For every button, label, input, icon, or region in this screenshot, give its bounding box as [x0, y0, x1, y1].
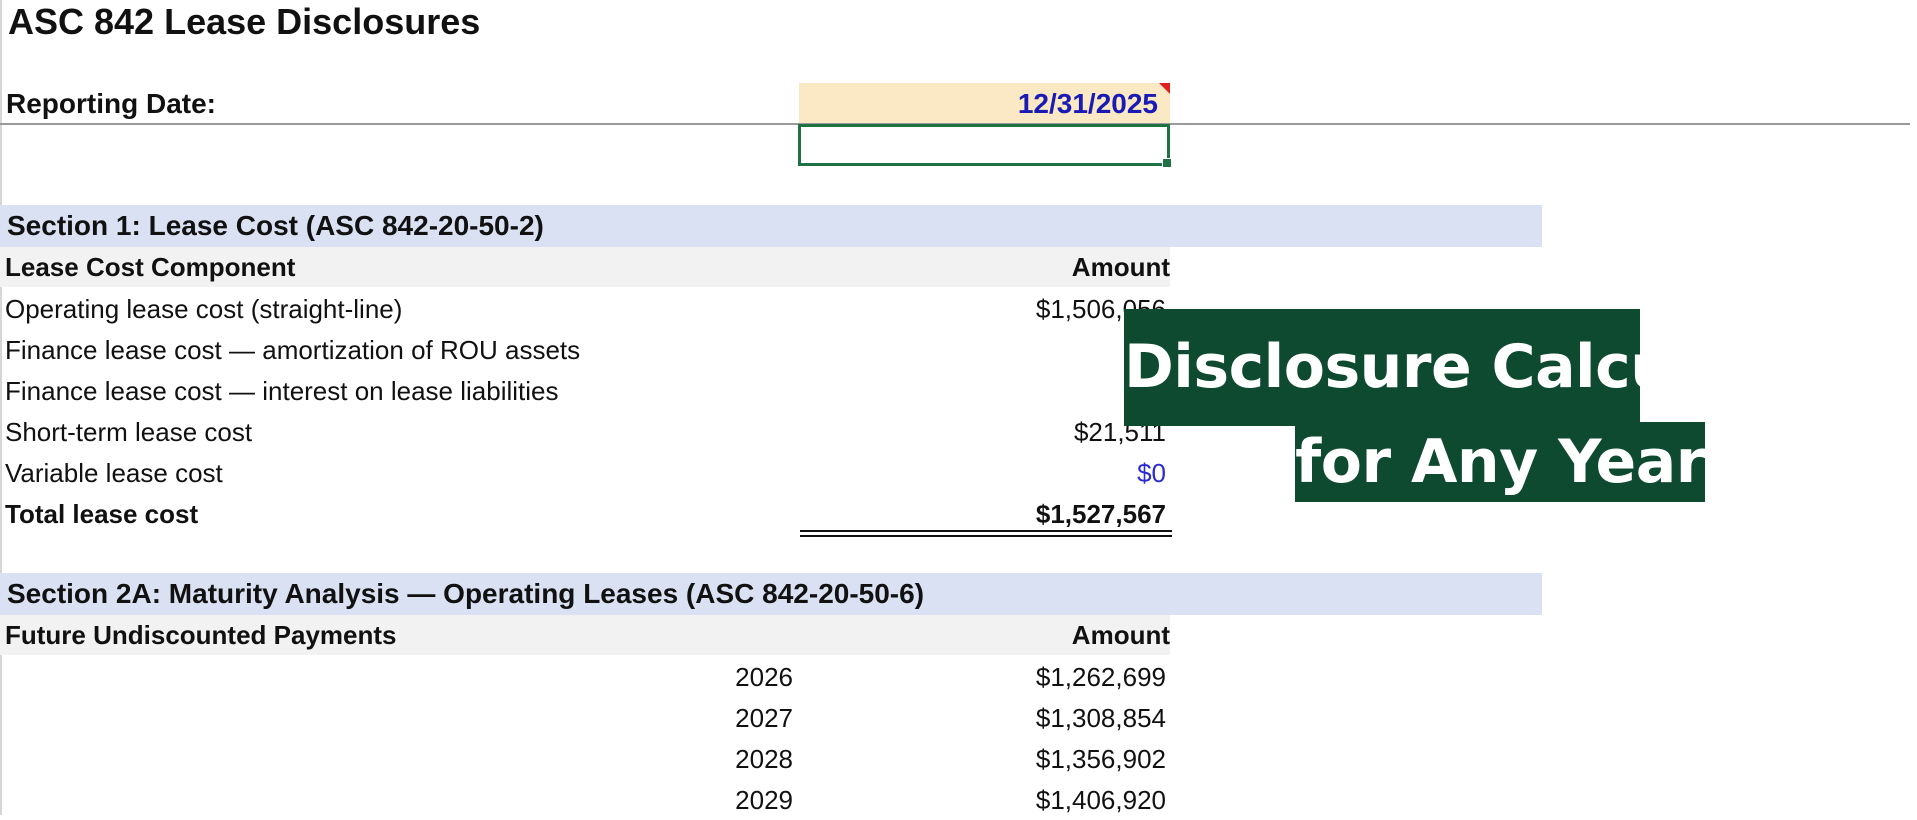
lease-cost-row-label[interactable]: Variable lease cost	[5, 453, 223, 493]
column-header-amount: Amount	[1071, 620, 1170, 650]
column-header-payments: Future Undiscounted Payments	[5, 620, 397, 650]
reporting-date-label: Reporting Date:	[6, 88, 216, 119]
total-lease-cost-value[interactable]: $1,527,567	[1036, 494, 1166, 534]
total-double-underline-top	[800, 530, 1172, 532]
lease-cost-row-value[interactable]: $0	[1137, 453, 1166, 493]
maturity-year[interactable]: 2029	[735, 780, 793, 820]
maturity-year[interactable]: 2028	[735, 739, 793, 779]
section1-title: Section 1: Lease Cost (ASC 842-20-50-2)	[7, 210, 544, 241]
section2a-title: Section 2A: Maturity Analysis — Operatin…	[7, 578, 925, 609]
maturity-amount[interactable]: $1,406,920	[1036, 780, 1166, 820]
maturity-year[interactable]: 2026	[735, 657, 793, 697]
column-header-component: Lease Cost Component	[5, 252, 296, 282]
maturity-year[interactable]: 2027	[735, 698, 793, 738]
total-double-underline-bottom	[800, 535, 1172, 537]
maturity-amount[interactable]: $1,262,699	[1036, 657, 1166, 697]
fill-handle[interactable]	[1162, 158, 1172, 168]
total-lease-cost-label[interactable]: Total lease cost	[5, 494, 198, 534]
lease-cost-row-label[interactable]: Operating lease cost (straight-line)	[5, 289, 402, 329]
comment-indicator-icon[interactable]	[1159, 83, 1170, 94]
reporting-date-value: 12/31/2025	[1017, 88, 1158, 119]
lease-cost-row-label[interactable]: Finance lease cost — amortization of ROU…	[5, 330, 580, 370]
column-header-amount: Amount	[1071, 252, 1170, 282]
selected-cell[interactable]	[798, 124, 1172, 168]
sheet-title: ASC 842 Lease Disclosures	[8, 1, 481, 42]
lease-cost-row-label[interactable]: Finance lease cost — interest on lease l…	[5, 371, 559, 411]
lease-cost-row-label[interactable]: Short-term lease cost	[5, 412, 252, 452]
reporting-date-cell[interactable]: 12/31/2025	[799, 83, 1170, 123]
caption-overlay-line2: for Any Year	[1295, 422, 1705, 502]
maturity-amount[interactable]: $1,356,902	[1036, 739, 1166, 779]
maturity-amount[interactable]: $1,308,854	[1036, 698, 1166, 738]
caption-overlay-line1: Disclosure Calculations	[1124, 309, 1899, 426]
